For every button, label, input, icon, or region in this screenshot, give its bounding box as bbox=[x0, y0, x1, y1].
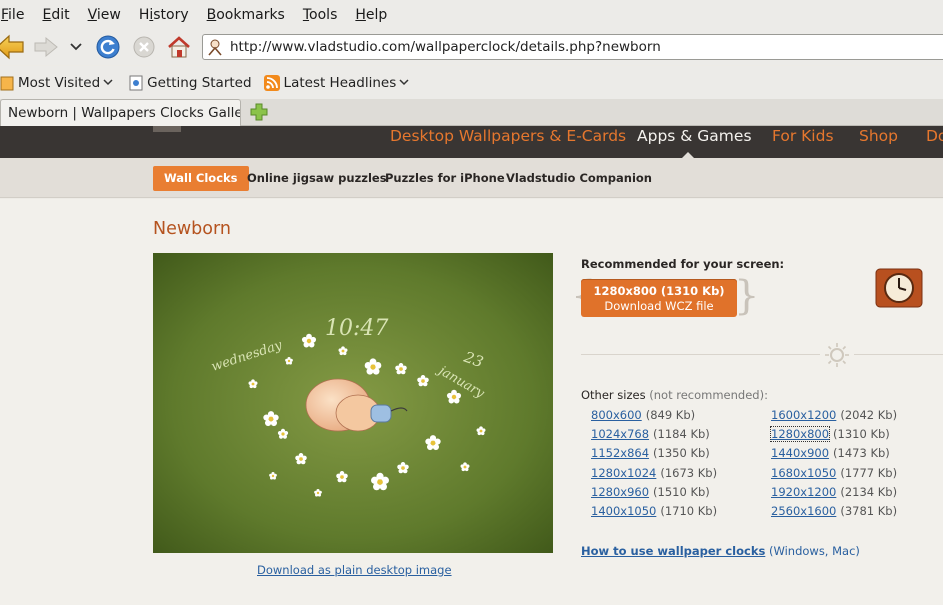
tab-bar: Newborn | Wallpapers Clocks Galle… bbox=[0, 99, 943, 126]
menu-bar: File Edit View History Bookmarks Tools H… bbox=[0, 0, 943, 29]
bookmark-getting-started[interactable]: Getting Started bbox=[129, 75, 252, 91]
menu-help[interactable]: Help bbox=[355, 7, 387, 23]
rss-feed-icon bbox=[263, 74, 280, 91]
size-link[interactable]: 1680x1050 bbox=[771, 466, 836, 480]
right-brace-decoration: } bbox=[734, 273, 760, 319]
stop-icon bbox=[133, 36, 155, 58]
site-logo bbox=[153, 126, 181, 132]
site-main-nav: Desktop Wallpapers & E-Cards Apps & Game… bbox=[0, 126, 943, 158]
back-button[interactable] bbox=[0, 32, 26, 62]
size-link[interactable]: 1920x1200 bbox=[771, 485, 836, 499]
download-wcz-button[interactable]: 1280x800 (1310 Kb) Download WCZ file bbox=[581, 279, 737, 317]
plus-icon bbox=[250, 103, 268, 121]
page-title: Newborn bbox=[153, 219, 231, 239]
size-link[interactable]: 1280x960 bbox=[591, 485, 649, 499]
forward-arrow-icon bbox=[34, 36, 58, 58]
bookmarks-toolbar: Most Visited Getting Started Latest Head… bbox=[0, 66, 943, 99]
nav-shop[interactable]: Shop bbox=[859, 127, 898, 145]
bookmark-latest-headlines[interactable]: Latest Headlines bbox=[263, 74, 414, 91]
chevron-down-icon bbox=[399, 78, 409, 85]
nav-desktop-wallpapers[interactable]: Desktop Wallpapers & E-Cards bbox=[390, 127, 626, 145]
size-row[interactable]: 1440x900 (1473 Kb) bbox=[771, 446, 890, 460]
reload-button[interactable] bbox=[94, 32, 122, 62]
subnav-puzzles-iphone[interactable]: Puzzles for iPhone bbox=[385, 166, 505, 191]
bookmark-most-visited[interactable]: Most Visited bbox=[0, 75, 117, 91]
section-divider bbox=[581, 354, 943, 355]
menu-bookmarks[interactable]: Bookmarks bbox=[207, 7, 285, 23]
reload-icon bbox=[96, 35, 120, 59]
howto-link[interactable]: How to use wallpaper clocks bbox=[581, 544, 765, 558]
size-row[interactable]: 1280x1024 (1673 Kb) bbox=[591, 466, 717, 480]
sun-ornament-icon bbox=[820, 343, 854, 367]
size-row[interactable]: 1680x1050 (1777 Kb) bbox=[771, 466, 897, 480]
other-sizes-label: Other sizes (not recommended): bbox=[581, 388, 768, 402]
size-link[interactable]: 1152x864 bbox=[591, 446, 649, 460]
nav-apps-games[interactable]: Apps & Games bbox=[637, 127, 752, 145]
size-row[interactable]: 800x600 (849 Kb) bbox=[591, 408, 695, 422]
back-arrow-icon bbox=[0, 34, 24, 60]
chevron-down-icon bbox=[70, 43, 82, 51]
subnav-jigsaw-puzzles[interactable]: Online jigsaw puzzles bbox=[247, 166, 387, 191]
size-link[interactable]: 1280x800 bbox=[769, 426, 831, 442]
new-tab-button[interactable] bbox=[250, 103, 268, 125]
size-row[interactable]: 2560x1600 (3781 Kb) bbox=[771, 504, 897, 518]
bookmark-folder-icon bbox=[0, 76, 14, 90]
stop-button[interactable] bbox=[130, 32, 158, 62]
history-dropdown-button[interactable] bbox=[66, 32, 86, 62]
howto-platforms[interactable]: (Windows, Mac) bbox=[769, 544, 860, 558]
size-row[interactable]: 1024x768 (1184 Kb) bbox=[591, 427, 710, 441]
menu-tools[interactable]: Tools bbox=[303, 7, 338, 23]
size-link[interactable]: 1400x1050 bbox=[591, 504, 656, 518]
nav-for-kids[interactable]: For Kids bbox=[772, 127, 834, 145]
size-row[interactable]: 1280x960 (1510 Kb) bbox=[591, 485, 710, 499]
menu-view[interactable]: View bbox=[88, 7, 121, 23]
subnav-vladstudio-companion[interactable]: Vladstudio Companion bbox=[506, 166, 652, 191]
forward-button[interactable] bbox=[32, 32, 60, 62]
page-content: Newborn 10:47 wednesday 23 january Downl… bbox=[0, 199, 943, 605]
home-icon bbox=[168, 36, 190, 58]
size-link[interactable]: 800x600 bbox=[591, 408, 642, 422]
size-link[interactable]: 1024x768 bbox=[591, 427, 649, 441]
chevron-down-icon bbox=[103, 78, 113, 85]
nav-more[interactable]: Do bbox=[926, 127, 943, 145]
menu-edit[interactable]: Edit bbox=[42, 7, 69, 23]
size-link[interactable]: 1440x900 bbox=[771, 446, 829, 460]
url-text[interactable]: http://www.vladstudio.com/wallpaperclock… bbox=[230, 39, 661, 55]
tab-newborn[interactable]: Newborn | Wallpapers Clocks Galle… bbox=[0, 99, 241, 126]
size-link[interactable]: 1600x1200 bbox=[771, 408, 836, 422]
wallpaper-time: 10:47 bbox=[325, 316, 388, 341]
subnav-wall-clocks[interactable]: Wall Clocks bbox=[153, 166, 249, 191]
site-sub-nav: Wall Clocks Online jigsaw puzzles Puzzle… bbox=[0, 158, 943, 198]
page-icon bbox=[129, 75, 143, 90]
menu-file[interactable]: File bbox=[1, 7, 24, 23]
wallpaper-clock-app-icon[interactable] bbox=[875, 268, 923, 308]
menu-history[interactable]: History bbox=[139, 7, 189, 23]
recommended-label: Recommended for your screen: bbox=[581, 257, 785, 271]
size-row[interactable]: 1600x1200 (2042 Kb) bbox=[771, 408, 897, 422]
size-row-focused[interactable]: 1280x800 (1310 Kb) bbox=[769, 426, 890, 442]
howto-wallpaper-clocks: How to use wallpaper clocks (Windows, Ma… bbox=[581, 544, 860, 558]
size-row[interactable]: 1920x1200 (2134 Kb) bbox=[771, 485, 897, 499]
download-plain-image-link[interactable]: Download as plain desktop image bbox=[257, 563, 452, 577]
site-favicon-icon bbox=[208, 39, 222, 56]
size-link[interactable]: 2560x1600 bbox=[771, 504, 836, 518]
url-bar[interactable]: http://www.vladstudio.com/wallpaperclock… bbox=[202, 34, 943, 60]
size-link[interactable]: 1280x1024 bbox=[591, 466, 656, 480]
size-row[interactable]: 1400x1050 (1710 Kb) bbox=[591, 504, 717, 518]
wallpaper-preview[interactable]: 10:47 wednesday 23 january bbox=[153, 253, 553, 553]
size-row[interactable]: 1152x864 (1350 Kb) bbox=[591, 446, 710, 460]
home-button[interactable] bbox=[164, 32, 194, 62]
